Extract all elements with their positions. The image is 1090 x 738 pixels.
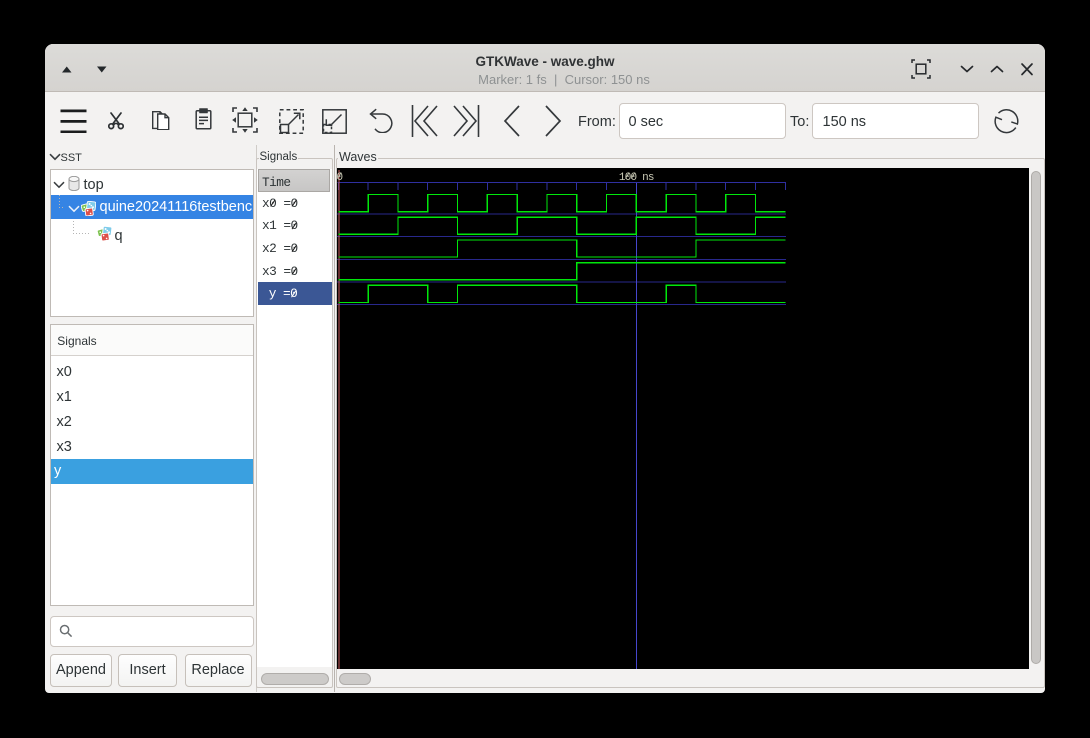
svg-text:100 ns: 100 ns (619, 172, 654, 184)
